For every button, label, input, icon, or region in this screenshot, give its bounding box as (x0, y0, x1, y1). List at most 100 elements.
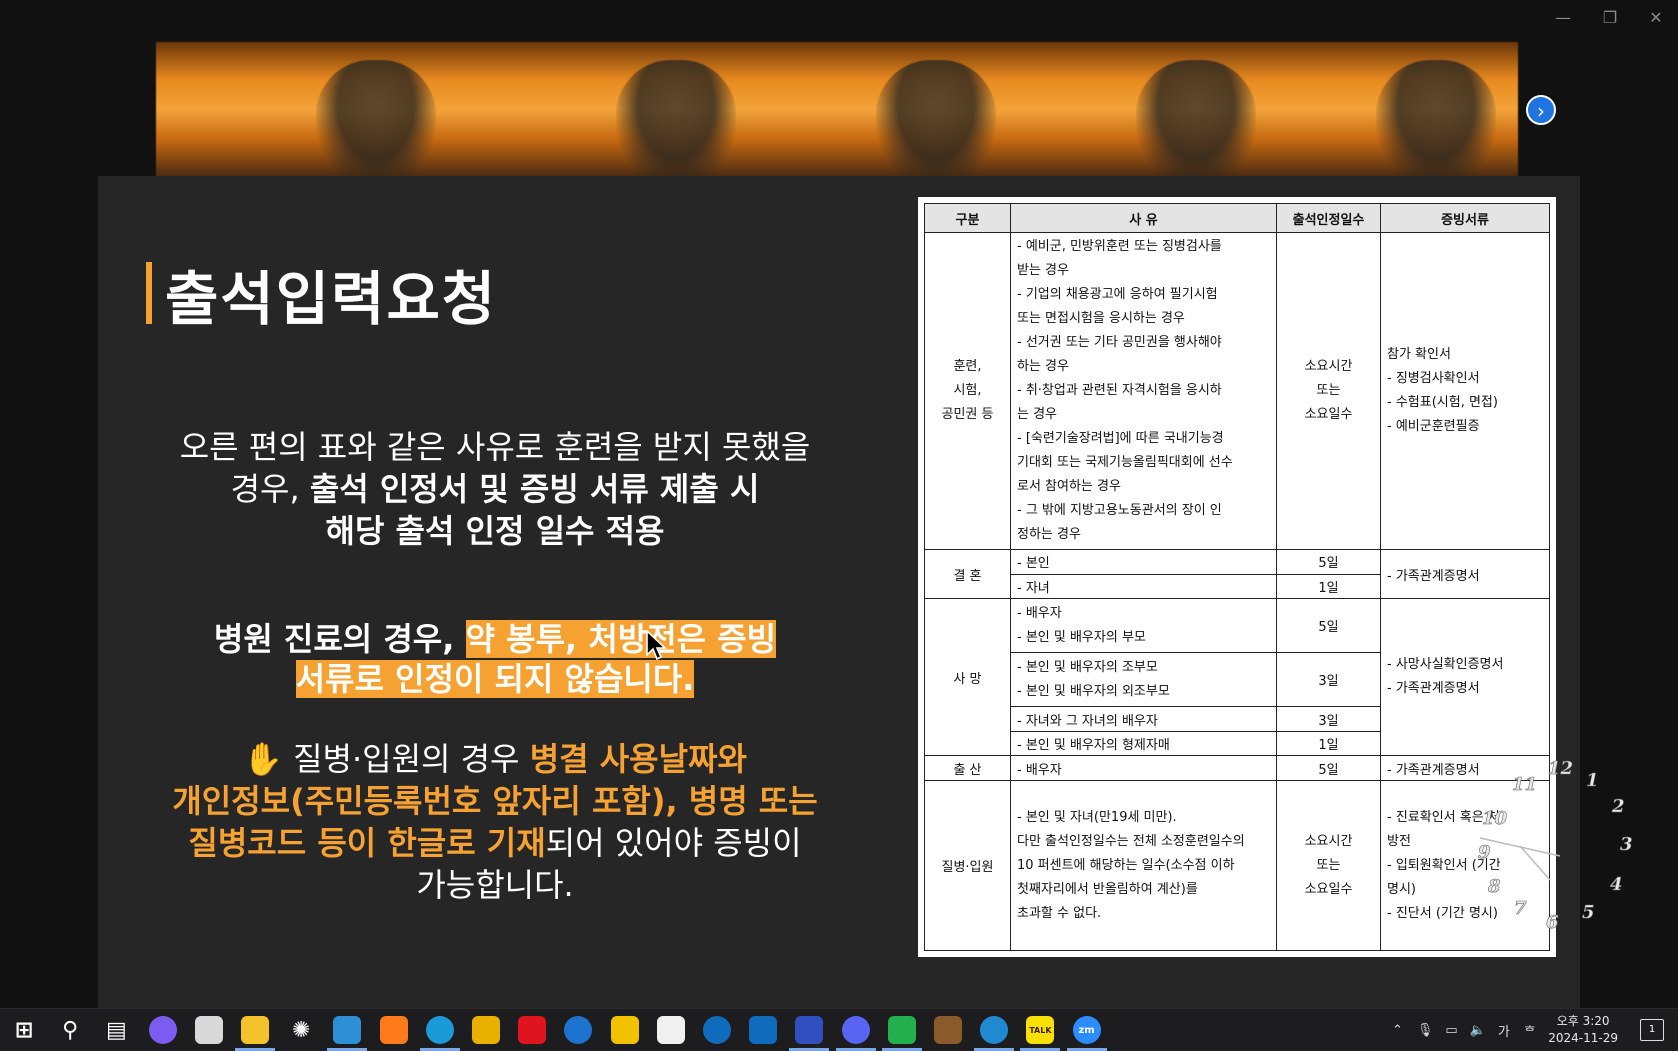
p3-orange-2: 개인정보(주민등록번호 앞자리 포함), 병명 또는 (172, 782, 818, 820)
app-icon[interactable] (795, 1016, 824, 1044)
docs-birth: - 가족관계증명서 (1380, 755, 1550, 781)
docs-illness: - 진료확인서 혹은 처 방전 - 입퇴원확인서 (기간 명시) - 진단서 (기간 명… (1380, 780, 1550, 951)
table-header-row: 구분 사 유 출석인정일수 증빙서류 (924, 203, 1550, 233)
p2-highlight-2: 서류로 인정이 되지 않습니다. (295, 660, 695, 698)
taskbar-time: 오후 3:20 (1556, 1014, 1610, 1028)
firefox-icon[interactable] (379, 1016, 408, 1044)
sync-icon[interactable] (887, 1016, 916, 1044)
microphone-icon[interactable]: 🎙 (1417, 1023, 1434, 1038)
p3-orange-1: 병결 사용날짜와 (529, 740, 747, 778)
days-cell: 3일 (1276, 652, 1381, 708)
clock-number: 4 (1610, 874, 1623, 895)
minimize-button[interactable]: — (1543, 8, 1583, 27)
category-birth: 출 산 (924, 755, 1011, 781)
edge-icon[interactable] (425, 1016, 454, 1044)
close-button[interactable]: ✕ (1636, 8, 1676, 27)
reason-cell: - 배우자 - 본인 및 배우자의 부모 (1010, 598, 1277, 654)
taskbar: ⊞ ⚲ ▤ ✺ TALK zm ⌃ 🎙 ▭ 🔈 가 ᄒ 오후 3:20 2024-11-2… (0, 1008, 1678, 1051)
task-view-icon[interactable]: ▤ (102, 1016, 130, 1044)
docs-training: 참가 확인서 - 징병검사확인서 - 수험표(시험, 면접) - 예비군훈련필증 (1380, 232, 1550, 550)
table-row: 사 망 - 배우자 - 본인 및 배우자의 부모 5일 - 사망사실확인증명서 - … (924, 598, 1550, 757)
reason-illness: - 본인 및 자녀(만19세 미만). 다만 출석인정일수는 전체 소정훈련일수의… (1010, 780, 1277, 951)
outlook-icon[interactable] (703, 1016, 731, 1044)
copilot-icon[interactable] (148, 1016, 177, 1044)
taskbar-date: 2024-11-29 (1548, 1031, 1618, 1045)
p1-bold-text: 출석 인정서 및 증빙 서류 제출 시 (309, 470, 760, 508)
restore-button[interactable]: ❐ (1590, 8, 1630, 27)
reason-cell: - 자녀와 그 자녀의 배우자 (1010, 706, 1277, 732)
days-training: 소요시간 또는 소요일수 (1276, 232, 1381, 550)
paragraph-2: 병원 진료의 경우, 약 봉투, 처방전은 증빙 서류로 인정이 되지 않습니다… (150, 619, 840, 699)
zoom-icon[interactable]: zm (1072, 1016, 1101, 1044)
outlook-new-icon[interactable] (749, 1016, 778, 1044)
table-row: 결 혼 - 본인 5일 - 가족관계증명서 (924, 548, 1550, 600)
p3-text-3: 가능합니다. (416, 866, 574, 904)
discord-icon[interactable] (841, 1016, 870, 1044)
table-row: 출 산 - 배우자 5일 - 가족관계증명서 (924, 755, 1550, 781)
p3-orange-3: 질병코드 등이 한글로 기재 (188, 824, 546, 862)
p2-text: 병원 진료의 경우, (213, 620, 466, 658)
table-row: 질병·입원 - 본인 및 자녀(만19세 미만). 다만 출석인정일수는 전체 소… (924, 780, 1550, 951)
days-cell: 1일 (1276, 573, 1381, 600)
clock-number: 1 (1586, 770, 1599, 791)
app-icon[interactable] (333, 1016, 362, 1044)
chatgpt-icon[interactable]: ✺ (287, 1016, 315, 1044)
category-illness: 질병·입원 (924, 780, 1011, 951)
taskbar-clock[interactable]: 오후 3:20 2024-11-29 (1548, 1013, 1618, 1047)
days-cell: 5일 (1276, 755, 1381, 781)
paragraph-1: 오른 편의 표와 같은 사유로 훈련을 받지 못했을 경우, 출석 인정서 및 … (150, 426, 840, 552)
attendance-table: 구분 사 유 출석인정일수 증빙서류 훈련, 시험, 공민권 등 - 예비군, 민방… (924, 203, 1550, 951)
days-cell: 1일 (1276, 730, 1381, 757)
file-explorer-icon[interactable] (610, 1016, 639, 1044)
p3-text-1: 질병·입원의 경우 (293, 740, 530, 778)
paragraph-3: ✋ 질병·입원의 경우 병결 사용날짜와 개인정보(주민등록번호 앞자리 포함)… (150, 738, 840, 906)
raised-hand-icon: ✋ (243, 740, 283, 778)
search-icon[interactable]: ⚲ (56, 1016, 84, 1044)
participant-video-strip (156, 42, 1518, 177)
header-category: 구분 (924, 203, 1011, 233)
reason-cell: - 본인 (1010, 549, 1277, 575)
chrome-icon[interactable] (472, 1016, 500, 1044)
days-illness: 소요시간 또는 소요일수 (1276, 780, 1381, 951)
chevron-up-icon[interactable]: ⌃ (1392, 1023, 1403, 1038)
paragraph-1-line-1: 오른 편의 표와 같은 사유로 훈련을 받지 못했을 (179, 428, 811, 466)
ie-icon[interactable] (564, 1016, 593, 1044)
keyboard-mode-icon[interactable]: ᄒ (1524, 1021, 1536, 1040)
docs-marriage: - 가족관계증명서 (1380, 548, 1550, 600)
p2-highlight-1: 약 봉투, 처방전은 증빙 (465, 620, 777, 658)
docs-death: - 사망사실확인증명서 - 가족관계증명서 (1380, 598, 1550, 757)
attendance-table-document: 구분 사 유 출석인정일수 증빙서류 훈련, 시험, 공민권 등 - 예비군, 민방… (918, 197, 1556, 957)
header-days: 출석인정일수 (1276, 203, 1381, 233)
title-accent-bar (146, 262, 152, 324)
store-icon[interactable] (656, 1016, 685, 1044)
reason-cell: - 본인 및 배우자의 형제자매 (1010, 730, 1277, 757)
days-cell: 5일 (1276, 549, 1381, 575)
category-death: 사 망 (924, 598, 1011, 757)
clock-number: 2 (1611, 796, 1625, 817)
clock-number: 5 (1582, 902, 1595, 923)
mouse-cursor-icon (646, 630, 668, 661)
kakaotalk-icon[interactable]: TALK (1026, 1016, 1055, 1044)
reason-training: - 예비군, 민방위훈련 또는 징병검사를 받는 경우 - 기업의 채용광고에 응… (1010, 232, 1277, 550)
network-icon[interactable]: ▭ (1445, 1023, 1457, 1038)
paragraph-1-line-2: 경우, 출석 인정서 및 증빙 서류 제출 시 (150, 468, 840, 510)
reason-cell: - 배우자 (1010, 755, 1277, 781)
next-participants-button[interactable]: › (1526, 95, 1556, 125)
header-documents: 증빙서류 (1380, 203, 1550, 233)
app-icon[interactable] (241, 1016, 269, 1044)
start-icon[interactable]: ⊞ (10, 1016, 38, 1044)
paragraph-1-line-3: 해당 출석 인정 일수 적용 (325, 512, 665, 550)
ime-indicator[interactable]: 가 (1498, 1021, 1510, 1040)
volume-icon[interactable]: 🔈 (1470, 1023, 1486, 1038)
opera-icon[interactable] (518, 1016, 547, 1044)
app-icon[interactable] (934, 1016, 962, 1044)
system-tray: ⌃ 🎙 ▭ 🔈 가 ᄒ (1392, 1009, 1536, 1051)
days-cell: 5일 (1276, 598, 1381, 654)
vscode-icon[interactable] (980, 1016, 1009, 1044)
notification-center-icon[interactable]: 1 (1640, 1019, 1664, 1041)
header-reason: 사 유 (1010, 203, 1277, 233)
clock-app-icon[interactable] (194, 1016, 223, 1044)
reason-cell: - 자녀 (1010, 573, 1277, 600)
days-cell: 3일 (1276, 706, 1381, 732)
reason-cell: - 본인 및 배우자의 조부모 - 본인 및 배우자의 외조부모 (1010, 652, 1277, 708)
